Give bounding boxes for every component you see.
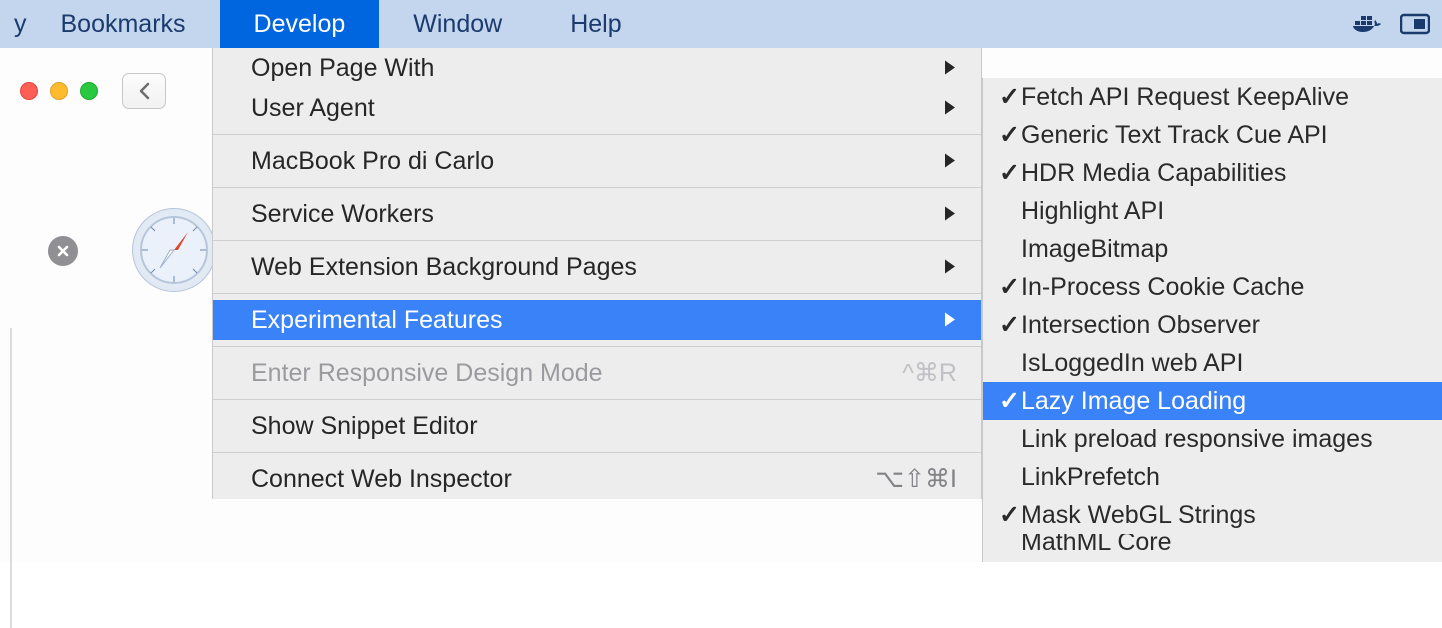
menubar-item-help[interactable]: Help [536,0,655,48]
menubar-item-window[interactable]: Window [379,0,536,48]
submenu-item-label: Intersection Observer [1021,311,1260,340]
submenu-item-in-process-cookie-cache[interactable]: ✓ In-Process Cookie Cache [983,268,1442,306]
menu-item-label: Show Snippet Editor [251,412,478,441]
menu-item-shortcut: ⌥⇧⌘I [875,464,957,494]
menubar: y Bookmarks Develop Window Help [0,0,1442,48]
menubar-item-develop[interactable]: Develop [220,0,380,48]
checkmark-icon: ✓ [999,82,1021,112]
menu-item-experimental-features[interactable]: Experimental Features [213,300,981,340]
submenu-item-label: Highlight API [1021,197,1164,226]
menu-item-label: Web Extension Background Pages [251,253,637,282]
checkmark-icon: ✓ [999,386,1021,416]
docker-icon[interactable] [1352,13,1382,35]
submenu-arrow-icon [943,54,957,83]
checkmark-icon: ✓ [999,310,1021,340]
submenu-item-link-preload-responsive-images[interactable]: Link preload responsive images [983,420,1442,458]
checkmark-icon: ✓ [999,272,1021,302]
menubar-item-bookmarks[interactable]: Bookmarks [27,0,220,48]
sidebar-divider [10,328,12,628]
menu-item-user-agent[interactable]: User Agent [213,88,981,128]
submenu-item-isloggedin-web-api[interactable]: IsLoggedIn web API [983,344,1442,382]
submenu-item-lazy-image-loading[interactable]: ✓ Lazy Image Loading [983,382,1442,420]
submenu-item-label: Generic Text Track Cue API [1021,121,1328,150]
menu-item-label: Experimental Features [251,306,503,335]
back-button[interactable] [122,73,166,109]
submenu-item-intersection-observer[interactable]: ✓ Intersection Observer [983,306,1442,344]
submenu-item-fetch-api-request-keepalive[interactable]: ✓ Fetch API Request KeepAlive [983,78,1442,116]
checkmark-icon: ✓ [999,120,1021,150]
window-minimize-button[interactable] [50,82,68,100]
submenu-item-label: Fetch API Request KeepAlive [1021,83,1349,112]
checkmark-icon: ✓ [999,158,1021,188]
traffic-lights [20,82,98,100]
submenu-item-highlight-api[interactable]: Highlight API [983,192,1442,230]
menu-separator [213,240,981,241]
submenu-item-hdr-media-capabilities[interactable]: ✓ HDR Media Capabilities [983,154,1442,192]
submenu-item-mask-webgl-strings[interactable]: ✓ Mask WebGL Strings [983,496,1442,534]
submenu-item-imagebitmap[interactable]: ImageBitmap [983,230,1442,268]
menu-item-service-workers[interactable]: Service Workers [213,194,981,234]
menu-separator [213,452,981,453]
menu-item-enter-responsive-design-mode: Enter Responsive Design Mode ^⌘R [213,353,981,393]
submenu-arrow-icon [943,253,957,282]
submenu-item-label: Link preload responsive images [1021,425,1373,454]
menu-item-label: User Agent [251,94,375,123]
submenu-arrow-icon [943,306,957,335]
menu-separator [213,187,981,188]
menu-item-label: MacBook Pro di Carlo [251,147,494,176]
menu-item-shortcut: ^⌘R [902,358,957,388]
menu-item-connect-web-inspector[interactable]: Connect Web Inspector ⌥⇧⌘I [213,459,981,499]
submenu-arrow-icon [943,147,957,176]
menu-item-label: Connect Web Inspector [251,465,512,494]
submenu-item-label: HDR Media Capabilities [1021,159,1286,188]
menu-separator [213,134,981,135]
submenu-item-label: IsLoggedIn web API [1021,349,1243,378]
submenu-item-label: In-Process Cookie Cache [1021,273,1304,302]
menu-item-open-page-with[interactable]: Open Page With [213,48,981,88]
submenu-item-label: ImageBitmap [1021,235,1168,264]
submenu-item-label: MathML Core [1021,534,1172,557]
submenu-item-generic-text-track-cue-api[interactable]: ✓ Generic Text Track Cue API [983,116,1442,154]
checkmark-icon: ✓ [999,500,1021,530]
menu-separator [213,346,981,347]
menu-item-device[interactable]: MacBook Pro di Carlo [213,141,981,181]
menu-item-show-snippet-editor[interactable]: Show Snippet Editor [213,406,981,446]
close-start-page-icon[interactable] [48,236,78,266]
window-maximize-button[interactable] [80,82,98,100]
display-layout-icon[interactable] [1400,13,1430,35]
submenu-item-mathml-core[interactable]: MathML Core [983,534,1442,562]
menubar-status-icons [1352,13,1430,35]
submenu-item-label: LinkPrefetch [1021,463,1160,492]
menu-item-label: Service Workers [251,200,434,229]
experimental-features-submenu: ✓ Fetch API Request KeepAlive ✓ Generic … [982,78,1442,562]
submenu-item-linkprefetch[interactable]: LinkPrefetch [983,458,1442,496]
submenu-arrow-icon [943,200,957,229]
safari-compass-icon [132,208,216,292]
window-close-button[interactable] [20,82,38,100]
submenu-arrow-icon [943,94,957,123]
submenu-item-label: Mask WebGL Strings [1021,501,1256,530]
menu-separator [213,293,981,294]
submenu-item-label: Lazy Image Loading [1021,387,1246,416]
menu-item-label: Enter Responsive Design Mode [251,359,603,388]
menubar-item-partial[interactable]: y [0,0,27,48]
menu-item-web-extension-bg-pages[interactable]: Web Extension Background Pages [213,247,981,287]
develop-menu: Open Page With User Agent MacBook Pro di… [212,48,982,499]
menu-item-label: Open Page With [251,54,434,83]
menu-separator [213,399,981,400]
